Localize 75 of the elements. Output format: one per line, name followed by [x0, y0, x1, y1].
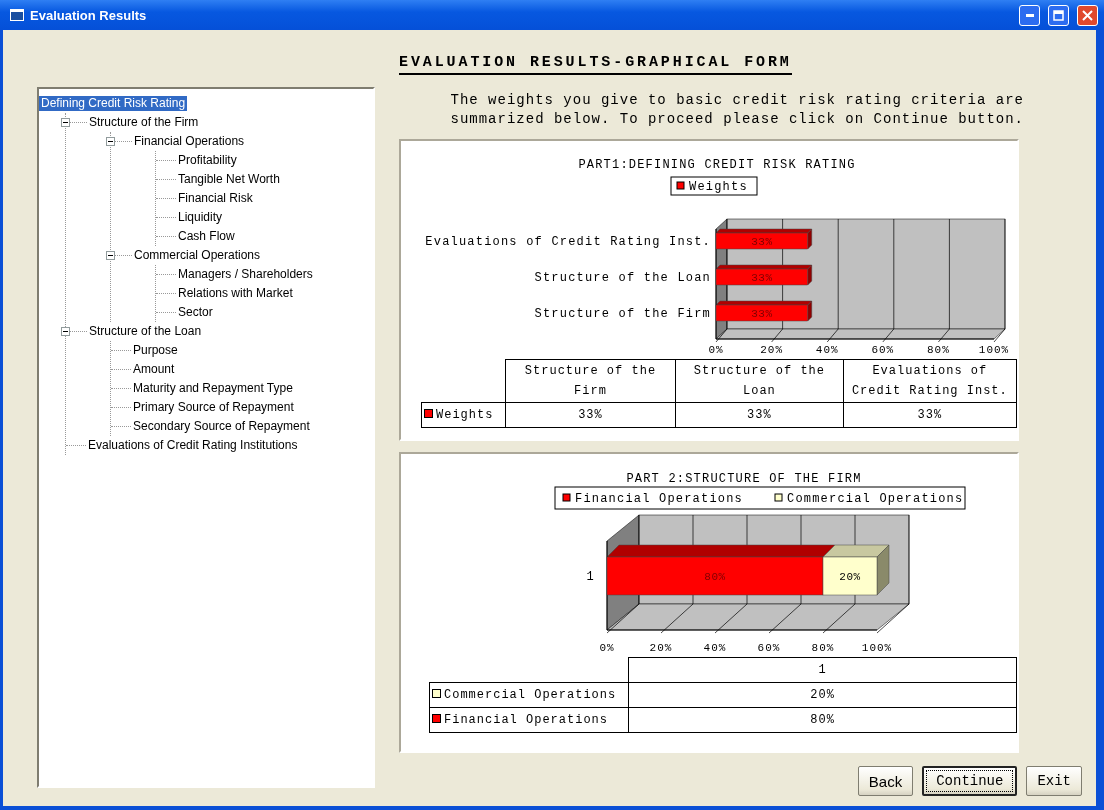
tree-item[interactable]: Defining Credit Risk Rating — [39, 96, 188, 111]
axis-tick-label: 20% — [649, 642, 673, 654]
window-icon — [10, 9, 24, 21]
table-header-cell: Evaluations of Credit Rating Inst. — [843, 359, 1017, 403]
tree-item[interactable]: Tangible Net Worth — [176, 172, 282, 187]
tree-item[interactable]: Commercial Operations — [132, 248, 263, 263]
tree-item[interactable]: Secondary Source of Repayment — [131, 419, 312, 434]
tree-item[interactable]: Profitability — [176, 153, 239, 168]
tree-item[interactable]: Maturity and Repayment Type — [131, 381, 295, 396]
category-label: Evaluations of Credit Rating Inst. — [425, 235, 711, 249]
axis-tick-label: 0% — [599, 642, 615, 654]
axis-tick-label: 80% — [811, 642, 835, 654]
tree-item[interactable]: Sector — [176, 305, 215, 320]
collapse-icon[interactable] — [106, 251, 115, 260]
table-cell: 33% — [675, 402, 844, 428]
axis-tick-label: 40% — [703, 642, 727, 654]
bar-value-label: 33% — [751, 272, 773, 284]
tree-item[interactable]: Relations with Market — [176, 286, 295, 301]
category-label: Structure of the Firm — [534, 307, 711, 321]
table-header-cell: Structure of the Firm — [505, 359, 676, 403]
legend-label: Weights — [689, 180, 748, 194]
tree-item[interactable]: Financial Operations — [132, 134, 247, 149]
table-cell: 20% — [628, 682, 1017, 708]
category-label: Structure of the Loan — [534, 271, 711, 285]
table-cell: 33% — [505, 402, 676, 428]
tree-item[interactable]: Structure of the Loan — [87, 324, 204, 339]
chart-legend: Weights — [670, 176, 758, 196]
page-heading: EVALUATION RESULTS-GRAPHICAL FORM — [399, 54, 792, 75]
tree-item[interactable]: Liquidity — [176, 210, 225, 225]
legend-label: Commercial Operations — [787, 492, 964, 506]
category-label: 1 — [586, 570, 595, 584]
axis-tick-label: 100% — [861, 642, 893, 654]
window-title: Evaluation Results — [30, 7, 148, 23]
chart-title: PART1:DEFINING CREDIT RISK RATING — [578, 158, 856, 172]
tree-item[interactable]: Purpose — [131, 343, 180, 358]
description-text: The weights you give to basic credit risk rating criteria are summarized below. To proceed please click on Continue button. — [449, 91, 1024, 129]
dialog-button[interactable]: Back — [857, 766, 914, 796]
dialog-button[interactable]: Continue — [922, 766, 1018, 796]
minimize-button[interactable] — [1019, 4, 1040, 26]
bar-value-label: 80% — [704, 571, 726, 583]
axis-tick-label: 80% — [927, 344, 950, 356]
tree-item[interactable]: Primary Source of Repayment — [131, 400, 296, 415]
table-row-header: Commercial Operations — [429, 682, 629, 708]
table-header-cell: Structure of the Loan — [675, 359, 844, 403]
maximize-icon — [1053, 9, 1064, 21]
axis-tick-label: 20% — [760, 344, 783, 356]
bar-value-label: 33% — [751, 308, 773, 320]
tree-item[interactable]: Structure of the Firm — [87, 115, 201, 130]
table-cell: 80% — [628, 707, 1017, 733]
bar-value-label: 20% — [839, 571, 861, 583]
tree-item[interactable]: Managers / Shareholders — [176, 267, 315, 282]
collapse-icon[interactable] — [61, 118, 70, 127]
tree-item[interactable]: Financial Risk — [176, 191, 255, 206]
table-row-header: Weights — [421, 402, 506, 428]
chart-title: PART 2:STRUCTURE OF THE FIRM — [626, 472, 862, 486]
collapse-icon[interactable] — [61, 327, 70, 336]
dialog-button[interactable]: Exit — [1026, 766, 1082, 796]
table-header-cell: 1 — [628, 657, 1017, 683]
tree-item[interactable]: Amount — [131, 362, 177, 377]
table-row-header: Financial Operations — [429, 707, 629, 733]
table-cell: 33% — [843, 402, 1017, 428]
axis-tick-label: 60% — [757, 642, 781, 654]
close-button[interactable] — [1077, 4, 1098, 26]
axis-tick-label: 40% — [815, 344, 839, 356]
maximize-button[interactable] — [1048, 4, 1069, 26]
axis-tick-label: 100% — [978, 344, 1010, 356]
tree-item[interactable]: Evaluations of Credit Rating Institutions — [86, 438, 300, 453]
bar-value-label: 33% — [751, 236, 773, 248]
tree-item[interactable]: Cash Flow — [176, 229, 237, 244]
minimize-icon — [1025, 13, 1034, 17]
legend-label: Financial Operations — [575, 492, 744, 506]
close-icon — [1082, 9, 1093, 21]
axis-tick-label: 60% — [871, 344, 895, 356]
collapse-icon[interactable] — [106, 137, 115, 146]
axis-tick-label: 0% — [708, 344, 724, 356]
